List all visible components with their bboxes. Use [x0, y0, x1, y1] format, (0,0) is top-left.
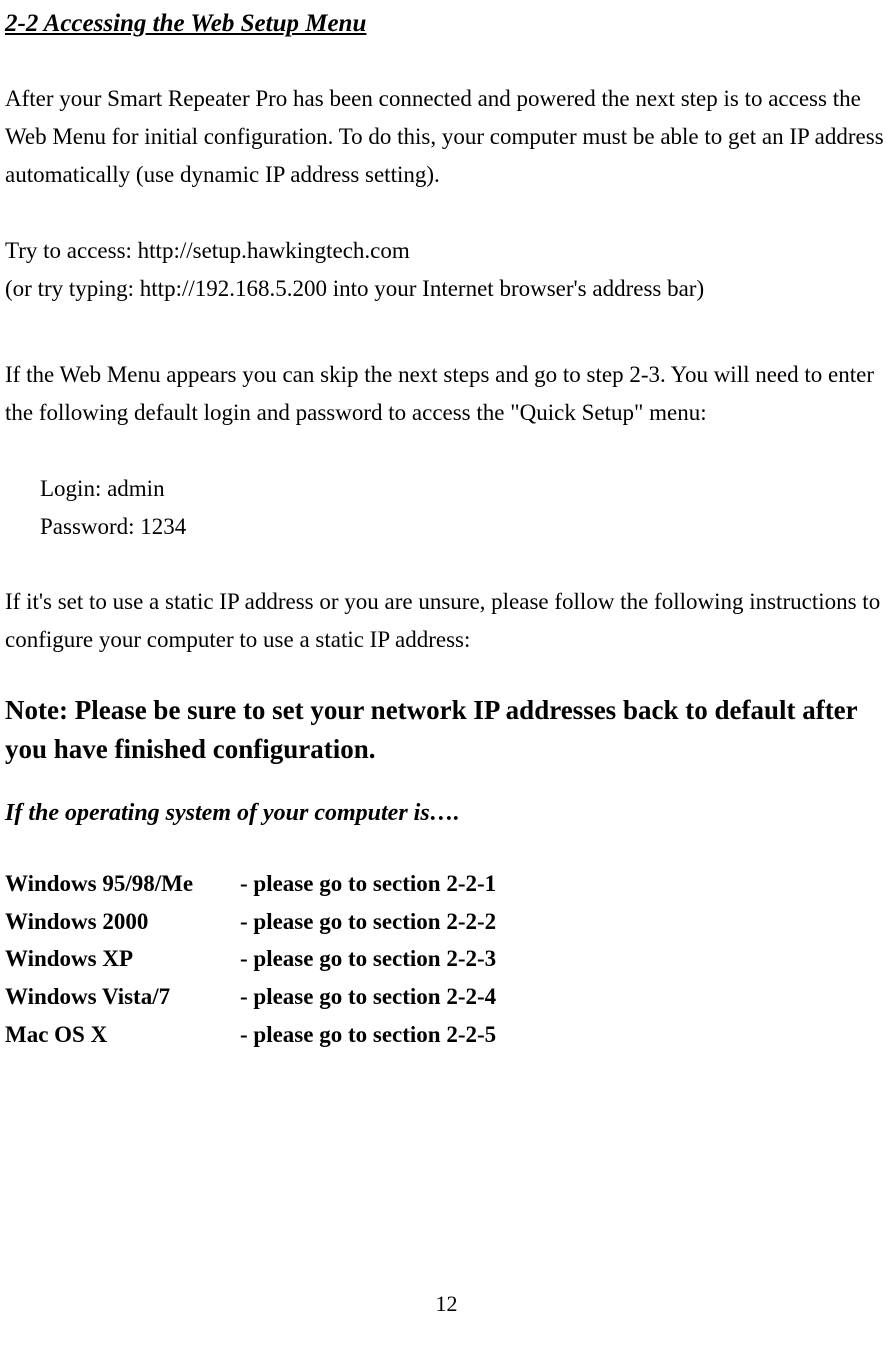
login-line: Login: admin [40, 470, 888, 508]
os-row: Mac OS X - please go to section 2-2-5 [5, 1016, 888, 1054]
os-section: - please go to section 2-2-1 [240, 865, 888, 903]
os-section: - please go to section 2-2-3 [240, 940, 888, 978]
os-name: Windows XP [5, 940, 240, 978]
credentials-block: Login: admin Password: 1234 [5, 470, 888, 546]
os-name: Windows Vista/7 [5, 978, 240, 1016]
os-intro: If the operating system of your computer… [5, 800, 888, 827]
os-section: - please go to section 2-2-2 [240, 903, 888, 941]
os-row: Windows 95/98/Me - please go to section … [5, 865, 888, 903]
os-row: Windows 2000 - please go to section 2-2-… [5, 903, 888, 941]
try-access-block: Try to access: http://setup.hawkingtech.… [5, 232, 888, 308]
os-section: - please go to section 2-2-4 [240, 978, 888, 1016]
try-access-line-1: Try to access: http://setup.hawkingtech.… [5, 232, 888, 270]
note-heading: Note: Please be sure to set your network… [5, 691, 888, 769]
web-menu-paragraph: If the Web Menu appears you can skip the… [5, 356, 888, 432]
os-name: Windows 95/98/Me [5, 865, 240, 903]
static-ip-paragraph: If it's set to use a static IP address o… [5, 583, 888, 659]
os-name: Mac OS X [5, 1016, 240, 1054]
os-table: Windows 95/98/Me - please go to section … [5, 865, 888, 1055]
password-line: Password: 1234 [40, 508, 888, 546]
try-access-line-2: (or try typing: http://192.168.5.200 int… [5, 270, 888, 308]
section-title: 2-2 Accessing the Web Setup Menu [5, 10, 888, 38]
os-row: Windows XP - please go to section 2-2-3 [5, 940, 888, 978]
intro-paragraph: After your Smart Repeater Pro has been c… [5, 80, 888, 194]
os-row: Windows Vista/7 - please go to section 2… [5, 978, 888, 1016]
page-number: 12 [436, 1291, 458, 1317]
os-name: Windows 2000 [5, 903, 240, 941]
os-section: - please go to section 2-2-5 [240, 1016, 888, 1054]
